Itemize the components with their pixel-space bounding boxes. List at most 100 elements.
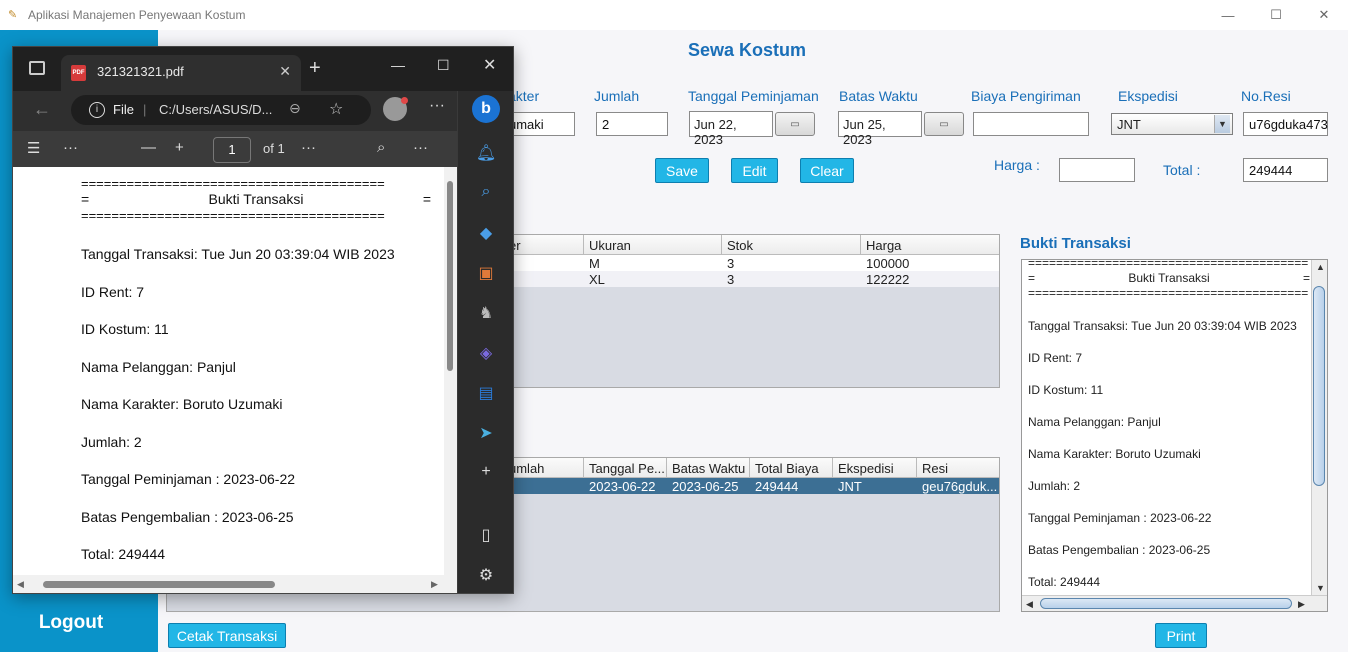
games-icon[interactable]: ♞ bbox=[458, 303, 514, 323]
ekspedisi-value: JNT bbox=[1117, 116, 1141, 132]
column-header[interactable]: Total Biaya bbox=[750, 458, 833, 477]
batas-waktu-value[interactable]: Jun 25, 2023 bbox=[838, 111, 922, 147]
new-tab-icon[interactable]: + bbox=[309, 57, 321, 80]
cetak-transaksi-button[interactable]: Cetak Transaksi bbox=[168, 623, 286, 648]
jumlah-input[interactable]: 2 bbox=[596, 112, 668, 136]
gear-icon[interactable]: ⚙ bbox=[458, 565, 514, 585]
office-icon[interactable]: ◈ bbox=[458, 343, 514, 363]
arrow-right-icon[interactable]: ▶ bbox=[1298, 599, 1305, 610]
print-button[interactable]: Print bbox=[1155, 623, 1207, 648]
ekspedisi-select[interactable]: JNT ▼ bbox=[1111, 113, 1233, 135]
bell-icon[interactable]: 🔔︎ bbox=[458, 143, 514, 163]
rule-line: ======================================== bbox=[81, 208, 385, 223]
pdf-icon: PDF bbox=[71, 65, 86, 81]
column-header[interactable]: Resi bbox=[917, 458, 999, 477]
clear-button[interactable]: Clear bbox=[800, 158, 854, 183]
biaya-pengiriman-label: Biaya Pengiriman bbox=[971, 88, 1081, 104]
scroll-thumb[interactable] bbox=[43, 581, 275, 588]
page-number-input[interactable]: 1 bbox=[213, 137, 251, 163]
arrow-right-icon[interactable]: ▶ bbox=[431, 579, 438, 590]
pdf-horizontal-scrollbar[interactable]: ◀ ▶ bbox=[13, 575, 457, 593]
tanggal-peminjaman-picker[interactable]: Jun 22, 2023 ▭ bbox=[689, 111, 815, 147]
chevron-down-icon[interactable]: ▼ bbox=[1214, 115, 1230, 133]
batas-waktu-picker[interactable]: Jun 25, 2023 ▭ bbox=[838, 111, 964, 147]
minimize-icon[interactable]: — bbox=[1204, 0, 1252, 30]
table-cell: 3 bbox=[727, 272, 735, 287]
close-icon[interactable]: ✕ bbox=[483, 55, 496, 75]
edit-button[interactable]: Edit bbox=[731, 158, 778, 183]
address-bar: ← i File | C:/Users/ASUS/D... ⊖ ☆ ··· bbox=[13, 91, 513, 131]
column-header[interactable]: Harga bbox=[861, 235, 999, 254]
favorite-star-icon[interactable]: ☆ bbox=[329, 99, 343, 119]
ekspedisi-label: Ekspedisi bbox=[1118, 88, 1178, 104]
head-center: Bukti Transaksi bbox=[1128, 271, 1210, 285]
horizontal-scrollbar[interactable]: ◀ ▶ bbox=[1022, 595, 1327, 611]
tab-actions-icon[interactable] bbox=[29, 61, 45, 75]
tag-icon[interactable]: ◆ bbox=[458, 223, 514, 243]
pdf-content: ========================================… bbox=[81, 177, 431, 575]
scroll-thumb[interactable] bbox=[1040, 598, 1292, 609]
pdf-toolbar: ☰ ··· — + 1 of 1 ··· ⌕ ··· bbox=[13, 131, 457, 167]
url-field[interactable]: i File | C:/Users/ASUS/D... ⊖ ☆ bbox=[71, 95, 371, 125]
no-resi-input[interactable]: u76gduka473 bbox=[1243, 112, 1328, 136]
tanggal-peminjaman-value[interactable]: Jun 22, 2023 bbox=[689, 111, 773, 147]
pdf-line: Tanggal Peminjaman : 2023-06-22 bbox=[81, 471, 296, 487]
arrow-down-icon[interactable]: ▼ bbox=[1316, 583, 1325, 593]
calendar-icon[interactable]: ▭ bbox=[924, 112, 964, 136]
column-header[interactable]: Tanggal Pe... bbox=[584, 458, 667, 477]
window-title: Aplikasi Manajemen Penyewaan Kostum bbox=[28, 8, 246, 22]
head-right: = bbox=[422, 191, 431, 207]
search-icon[interactable]: ⌕ bbox=[377, 139, 385, 156]
browser-tab[interactable]: PDF 321321321.pdf ✕ bbox=[61, 55, 301, 91]
column-header[interactable]: Ukuran bbox=[584, 235, 722, 254]
close-icon[interactable]: ✕ bbox=[1300, 0, 1348, 30]
maximize-icon[interactable]: ☐ bbox=[1252, 0, 1300, 30]
column-header[interactable]: Batas Waktu bbox=[667, 458, 750, 477]
url-scheme: File bbox=[113, 102, 134, 117]
table-cell: 2023-06-22 bbox=[589, 479, 656, 494]
scroll-thumb[interactable] bbox=[1313, 286, 1325, 486]
save-button[interactable]: Save bbox=[655, 158, 709, 183]
sidebar-toggle-icon[interactable]: ▯ bbox=[458, 525, 514, 545]
table-cell: geu76gduk... bbox=[922, 479, 998, 494]
add-icon[interactable]: + bbox=[458, 463, 514, 481]
table-cell: 100000 bbox=[866, 256, 910, 271]
arrow-left-icon[interactable]: ◀ bbox=[17, 579, 24, 590]
outlook-icon[interactable]: ▤ bbox=[458, 383, 514, 403]
total-input[interactable]: 249444 bbox=[1243, 158, 1328, 182]
close-tab-icon[interactable]: ✕ bbox=[279, 63, 291, 80]
pdf-line: ID Kostum: 11 bbox=[81, 321, 169, 337]
pdf-vertical-scrollbar[interactable] bbox=[444, 167, 457, 575]
profile-avatar[interactable] bbox=[383, 97, 408, 121]
minimize-icon[interactable]: — bbox=[391, 57, 405, 73]
column-header[interactable]: Stok bbox=[722, 235, 861, 254]
biaya-pengiriman-input[interactable] bbox=[973, 112, 1089, 136]
vertical-scrollbar[interactable]: ▲ ▼ bbox=[1311, 260, 1327, 595]
maximize-icon[interactable]: ☐ bbox=[437, 57, 450, 74]
toolbox-icon[interactable]: ▣ bbox=[458, 263, 514, 283]
zoom-out-icon[interactable]: — bbox=[141, 139, 156, 156]
arrow-up-icon[interactable]: ▲ bbox=[1316, 262, 1325, 272]
back-arrow-icon[interactable]: ← bbox=[33, 99, 51, 120]
bing-icon[interactable]: b bbox=[458, 95, 514, 123]
bukti-transaksi-textarea[interactable]: ========================================… bbox=[1021, 259, 1328, 612]
more-icon[interactable]: ··· bbox=[301, 139, 316, 156]
scroll-thumb[interactable] bbox=[447, 181, 453, 371]
calendar-icon[interactable]: ▭ bbox=[775, 112, 815, 136]
arrow-left-icon[interactable]: ◀ bbox=[1026, 599, 1033, 610]
search-icon[interactable]: ⌕ bbox=[458, 183, 514, 201]
more-options-icon[interactable]: ··· bbox=[413, 139, 428, 156]
send-icon[interactable]: ➤ bbox=[458, 423, 514, 443]
harga-input[interactable] bbox=[1059, 158, 1135, 182]
pdf-viewer-window[interactable]: PDF 321321321.pdf ✕ + — ☐ ✕ ← i File | C… bbox=[12, 46, 514, 594]
logout-button[interactable]: Logout bbox=[0, 612, 142, 634]
more-options-icon[interactable]: ··· bbox=[429, 97, 445, 115]
contents-list-icon[interactable]: ☰ bbox=[27, 139, 40, 157]
info-icon[interactable]: i bbox=[89, 102, 105, 118]
more-icon[interactable]: ··· bbox=[63, 139, 78, 156]
zoom-icon[interactable]: ⊖ bbox=[289, 100, 301, 117]
browser-tabbar: PDF 321321321.pdf ✕ + — ☐ ✕ bbox=[13, 47, 513, 91]
url-separator: | bbox=[143, 102, 147, 117]
column-header[interactable]: Ekspedisi bbox=[833, 458, 917, 477]
zoom-in-icon[interactable]: + bbox=[175, 139, 184, 156]
